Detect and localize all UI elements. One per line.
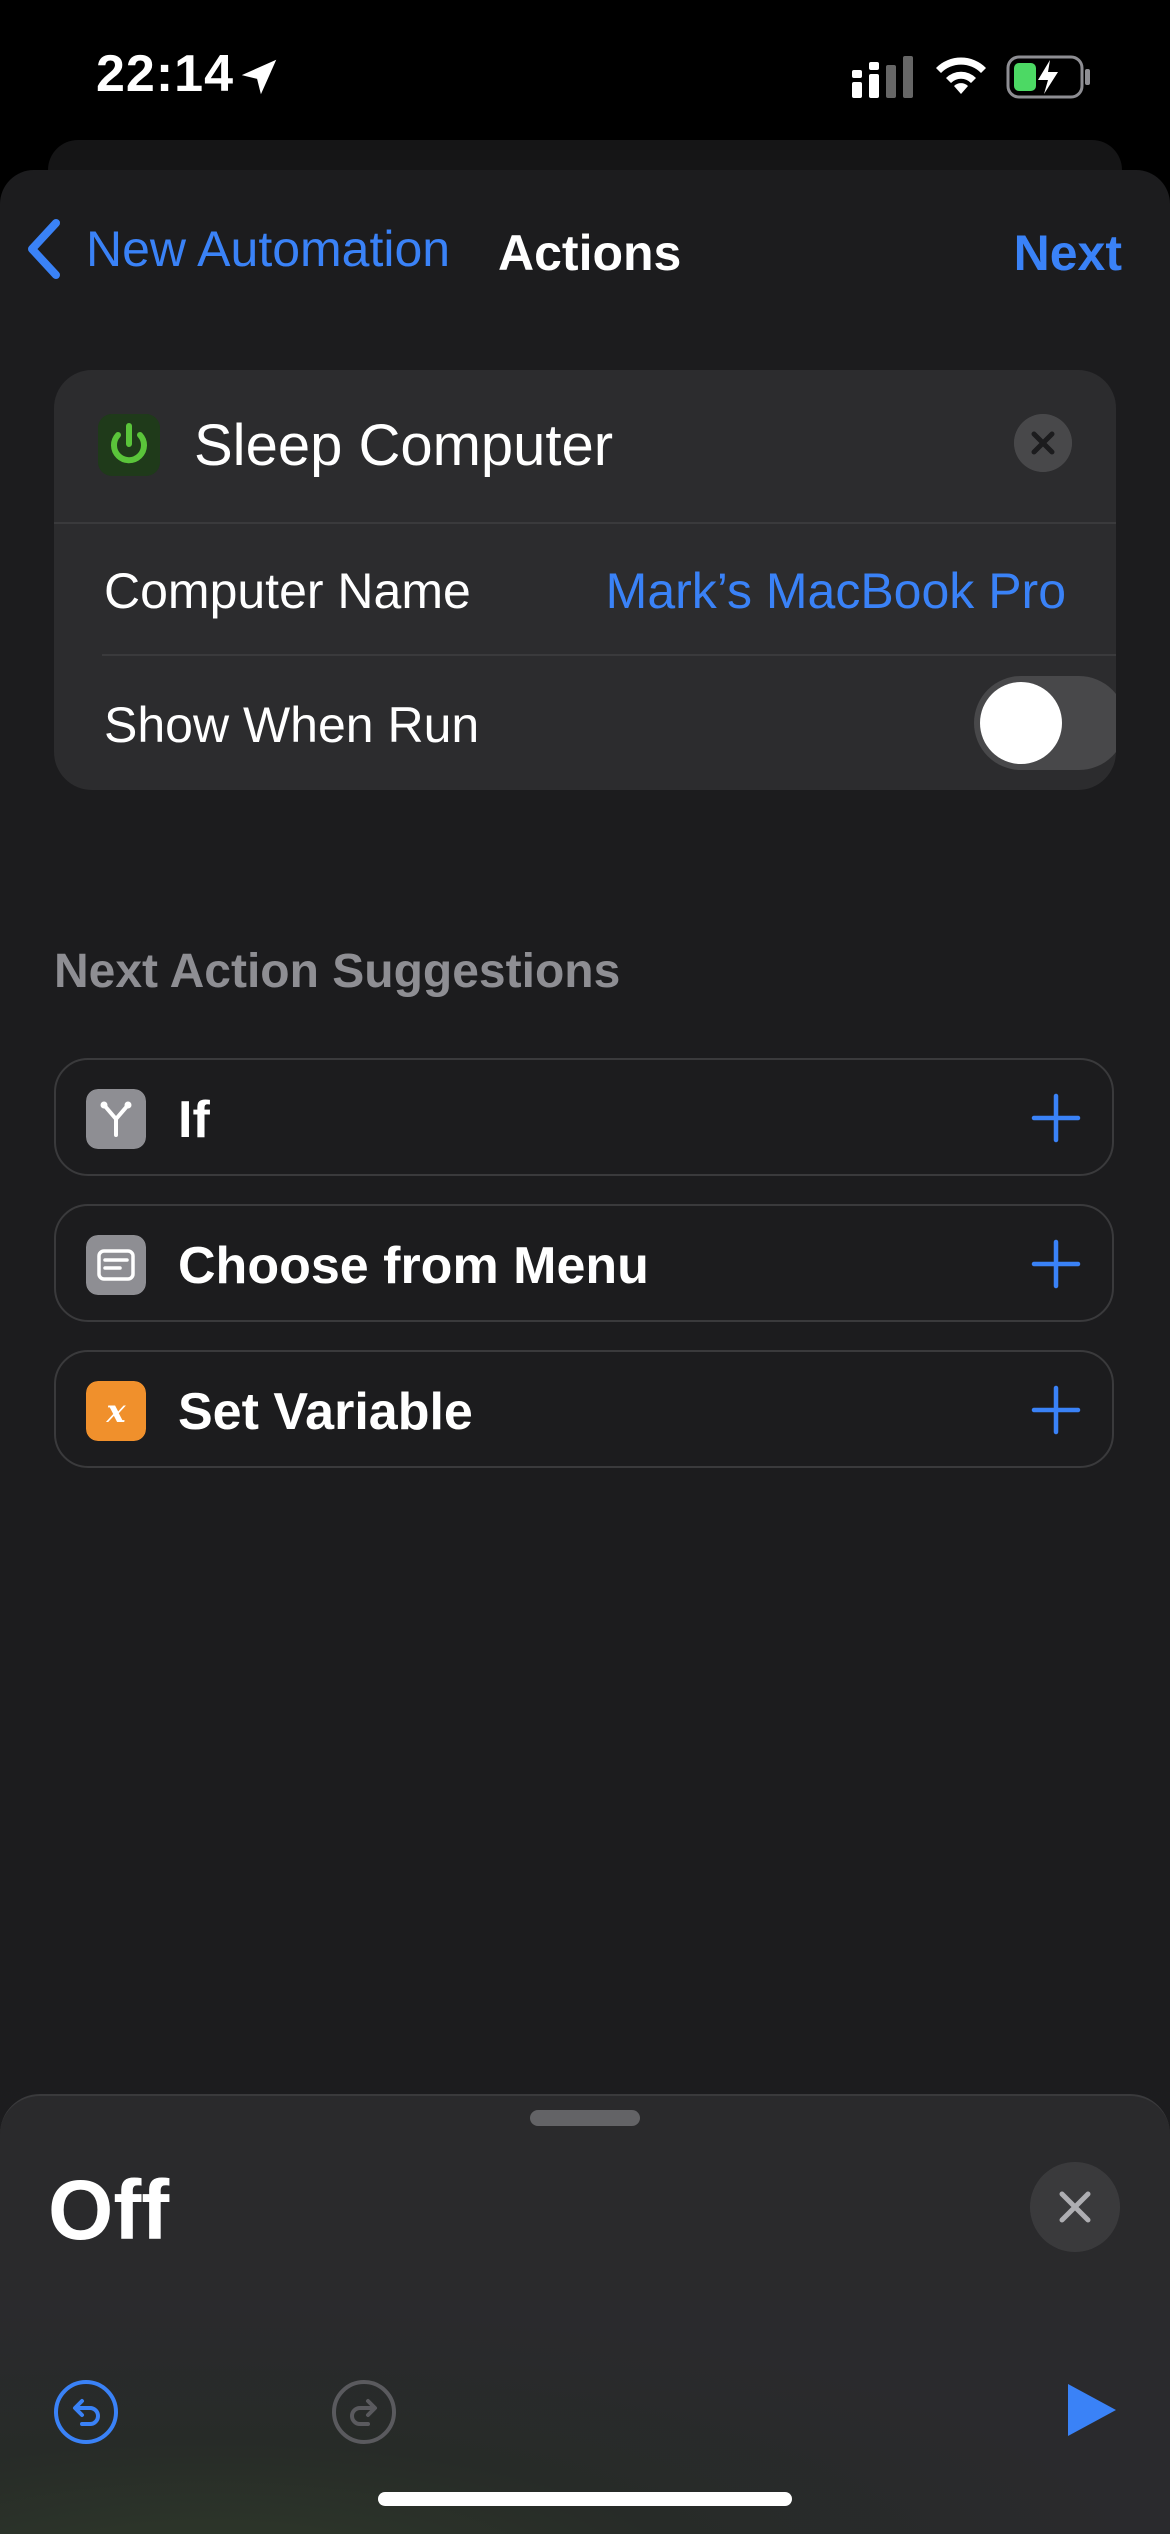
battery-charging-icon <box>1006 55 1090 99</box>
suggestions-header: Next Action Suggestions <box>54 945 621 998</box>
branch-icon <box>86 1089 146 1149</box>
undo-icon[interactable] <box>52 2378 120 2446</box>
page-title: Actions <box>498 225 682 281</box>
next-button[interactable]: Next <box>1014 224 1122 282</box>
svg-text:x: x <box>105 1392 126 1430</box>
home-indicator <box>378 2492 792 2506</box>
add-icon[interactable] <box>1026 1088 1086 1148</box>
action-card: Sleep Computer Computer Name Mark’s MacB… <box>54 370 1116 790</box>
computer-name-row[interactable]: Computer Name Mark’s MacBook Pro <box>54 522 1116 656</box>
suggestion-set-variable[interactable]: x Set Variable <box>54 1350 1114 1468</box>
chevron-left-icon <box>28 219 60 279</box>
action-title: Sleep Computer <box>194 413 614 478</box>
wifi-icon <box>936 57 986 94</box>
add-icon[interactable] <box>1026 1380 1086 1440</box>
suggestion-label: Set Variable <box>178 1383 473 1441</box>
suggestion-if[interactable]: If <box>54 1058 1114 1176</box>
show-when-run-row: Show When Run <box>102 654 1116 790</box>
redo-icon[interactable] <box>330 2378 398 2446</box>
show-when-run-label: Show When Run <box>104 697 480 753</box>
computer-name-label: Computer Name <box>104 563 471 619</box>
play-icon[interactable] <box>1064 2380 1120 2440</box>
menu-icon <box>86 1235 146 1295</box>
action-card-header: Sleep Computer <box>54 370 1116 522</box>
power-icon <box>98 414 160 476</box>
show-when-run-toggle[interactable] <box>974 676 1116 770</box>
cellular-signal-icon <box>852 56 913 98</box>
computer-name-value[interactable]: Mark’s MacBook Pro <box>606 562 1066 620</box>
suggestion-label: If <box>178 1091 210 1149</box>
toggle-knob <box>980 682 1062 764</box>
status-bar: 22:14 <box>0 0 1170 150</box>
variable-icon: x <box>86 1381 146 1441</box>
back-button[interactable]: New Automation <box>24 214 450 284</box>
remove-action-button[interactable] <box>1014 414 1072 472</box>
close-panel-button[interactable] <box>1030 2162 1120 2252</box>
status-time: 22:14 <box>96 45 234 103</box>
back-button-label: New Automation <box>86 221 451 277</box>
bottom-panel: Off <box>0 2094 1170 2534</box>
add-icon[interactable] <box>1026 1234 1086 1294</box>
panel-title: Off <box>48 2163 170 2257</box>
sheet-grabber[interactable] <box>530 2110 640 2126</box>
suggestion-choose-from-menu[interactable]: Choose from Menu <box>54 1204 1114 1322</box>
suggestion-label: Choose from Menu <box>178 1237 649 1295</box>
location-arrow-icon <box>241 59 277 95</box>
